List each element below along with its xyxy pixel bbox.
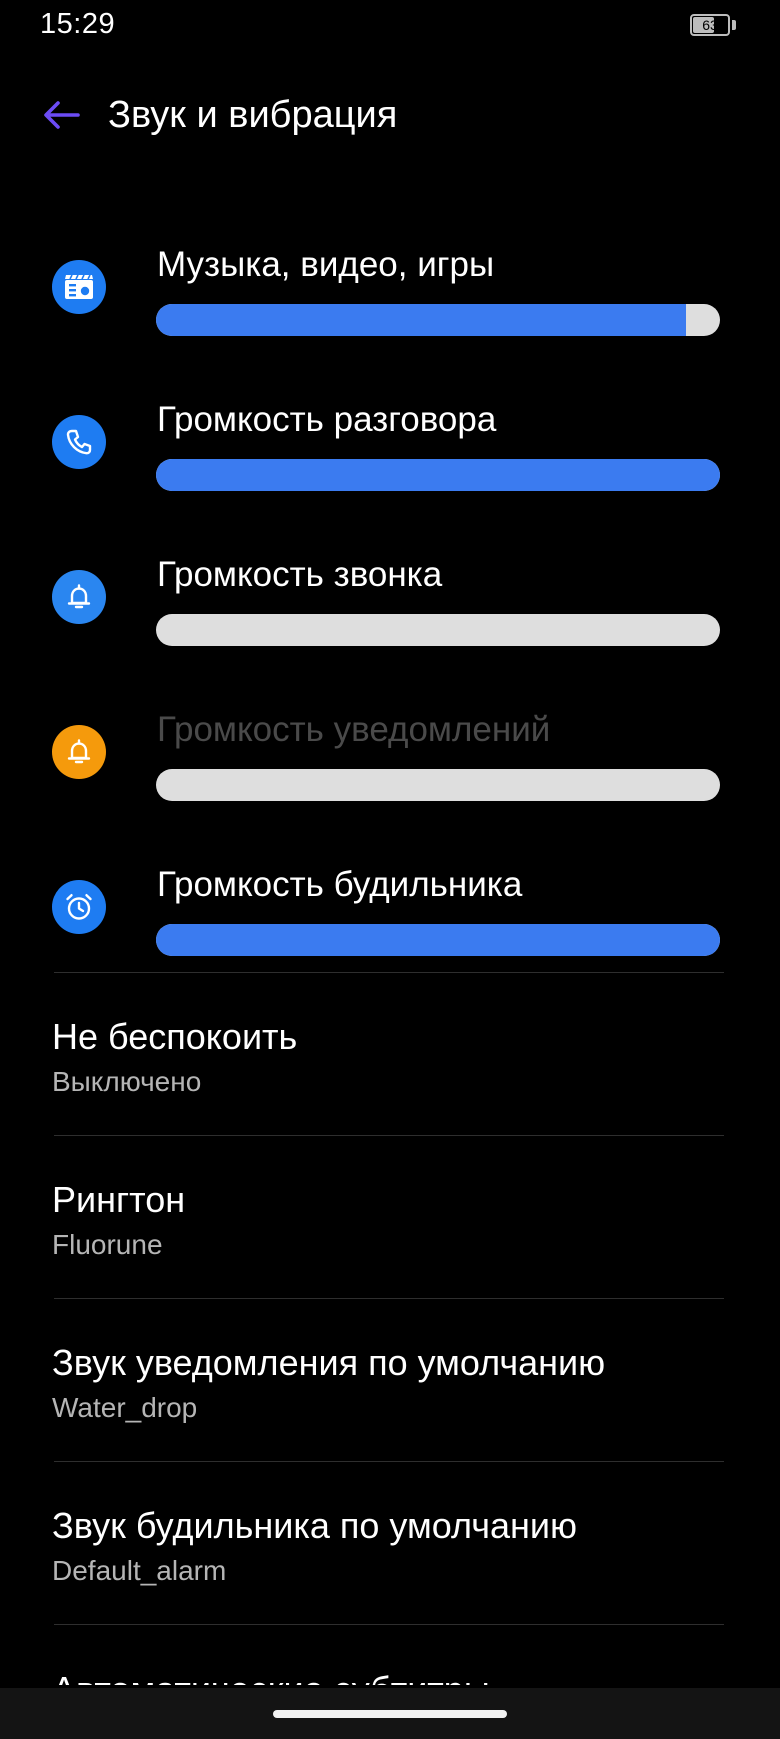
setting-value: Water_drop — [52, 1392, 198, 1423]
volume-row-ring: Громкость звонка — [0, 550, 780, 680]
setting-title: Не беспокоить — [52, 1016, 298, 1057]
setting-title: Рингтон — [52, 1179, 186, 1220]
setting-value: Default_alarm — [52, 1555, 227, 1586]
bell-icon — [52, 570, 106, 624]
volume-slider-ring[interactable] — [156, 614, 720, 646]
media-icon — [52, 260, 106, 314]
volume-label-call: Громкость разговора — [157, 400, 497, 439]
home-gesture-handle[interactable] — [273, 1710, 507, 1718]
volume-slider-notifications[interactable] — [156, 769, 720, 801]
volume-row-alarm: Громкость будильника — [0, 860, 780, 990]
setting-alarm-sound[interactable]: Звук будильника по умолчанию Default_ala… — [0, 1501, 780, 1641]
battery-percent: 63 — [702, 17, 718, 33]
volume-row-notifications: Громкость уведомлений — [0, 705, 780, 835]
app-header: Звук и вибрация — [0, 80, 780, 150]
setting-title: Звук будильника по умолчанию — [52, 1505, 577, 1546]
divider — [54, 1135, 724, 1136]
volume-label-media: Музыка, видео, игры — [157, 245, 495, 284]
volume-label-ring: Громкость звонка — [157, 555, 443, 594]
setting-do-not-disturb[interactable]: Не беспокоить Выключено — [0, 1012, 780, 1152]
bell-icon — [52, 725, 106, 779]
setting-title: Звук уведомления по умолчанию — [52, 1342, 606, 1383]
setting-value: Выключено — [52, 1066, 202, 1097]
volume-row-call: Громкость разговора — [0, 395, 780, 525]
setting-notification-sound[interactable]: Звук уведомления по умолчанию Water_drop — [0, 1338, 780, 1478]
setting-auto-captions[interactable]: Автоматические субтитры — [0, 1655, 780, 1685]
battery-tip — [732, 20, 736, 30]
slider-fill — [156, 459, 720, 491]
divider — [54, 1461, 724, 1462]
slider-fill — [156, 924, 720, 956]
page-title: Звук и вибрация — [108, 94, 398, 136]
navigation-bar — [0, 1688, 780, 1739]
divider — [54, 1298, 724, 1299]
phone-icon — [52, 415, 106, 469]
setting-value: Fluorune — [52, 1229, 163, 1260]
divider — [54, 1624, 724, 1625]
setting-ringtone[interactable]: Рингтон Fluorune — [0, 1175, 780, 1315]
volume-slider-call[interactable] — [156, 459, 720, 491]
volume-slider-media[interactable] — [156, 304, 720, 336]
setting-title: Автоматические субтитры — [52, 1665, 490, 1685]
back-button[interactable] — [36, 90, 86, 140]
status-bar: 15:29 63 — [0, 0, 780, 52]
alarm-clock-icon — [52, 880, 106, 934]
battery-icon: 63 — [690, 14, 730, 36]
volume-label-notifications: Громкость уведомлений — [157, 710, 551, 749]
slider-fill — [156, 304, 687, 336]
divider — [54, 972, 724, 973]
arrow-left-icon — [44, 101, 80, 129]
volume-label-alarm: Громкость будильника — [157, 865, 523, 904]
volume-slider-alarm[interactable] — [156, 924, 720, 956]
status-time: 15:29 — [40, 8, 116, 40]
volume-row-media: Музыка, видео, игры — [0, 240, 780, 370]
screen: 15:29 63 Звук и вибрация Музыка, видео, … — [0, 0, 780, 1739]
